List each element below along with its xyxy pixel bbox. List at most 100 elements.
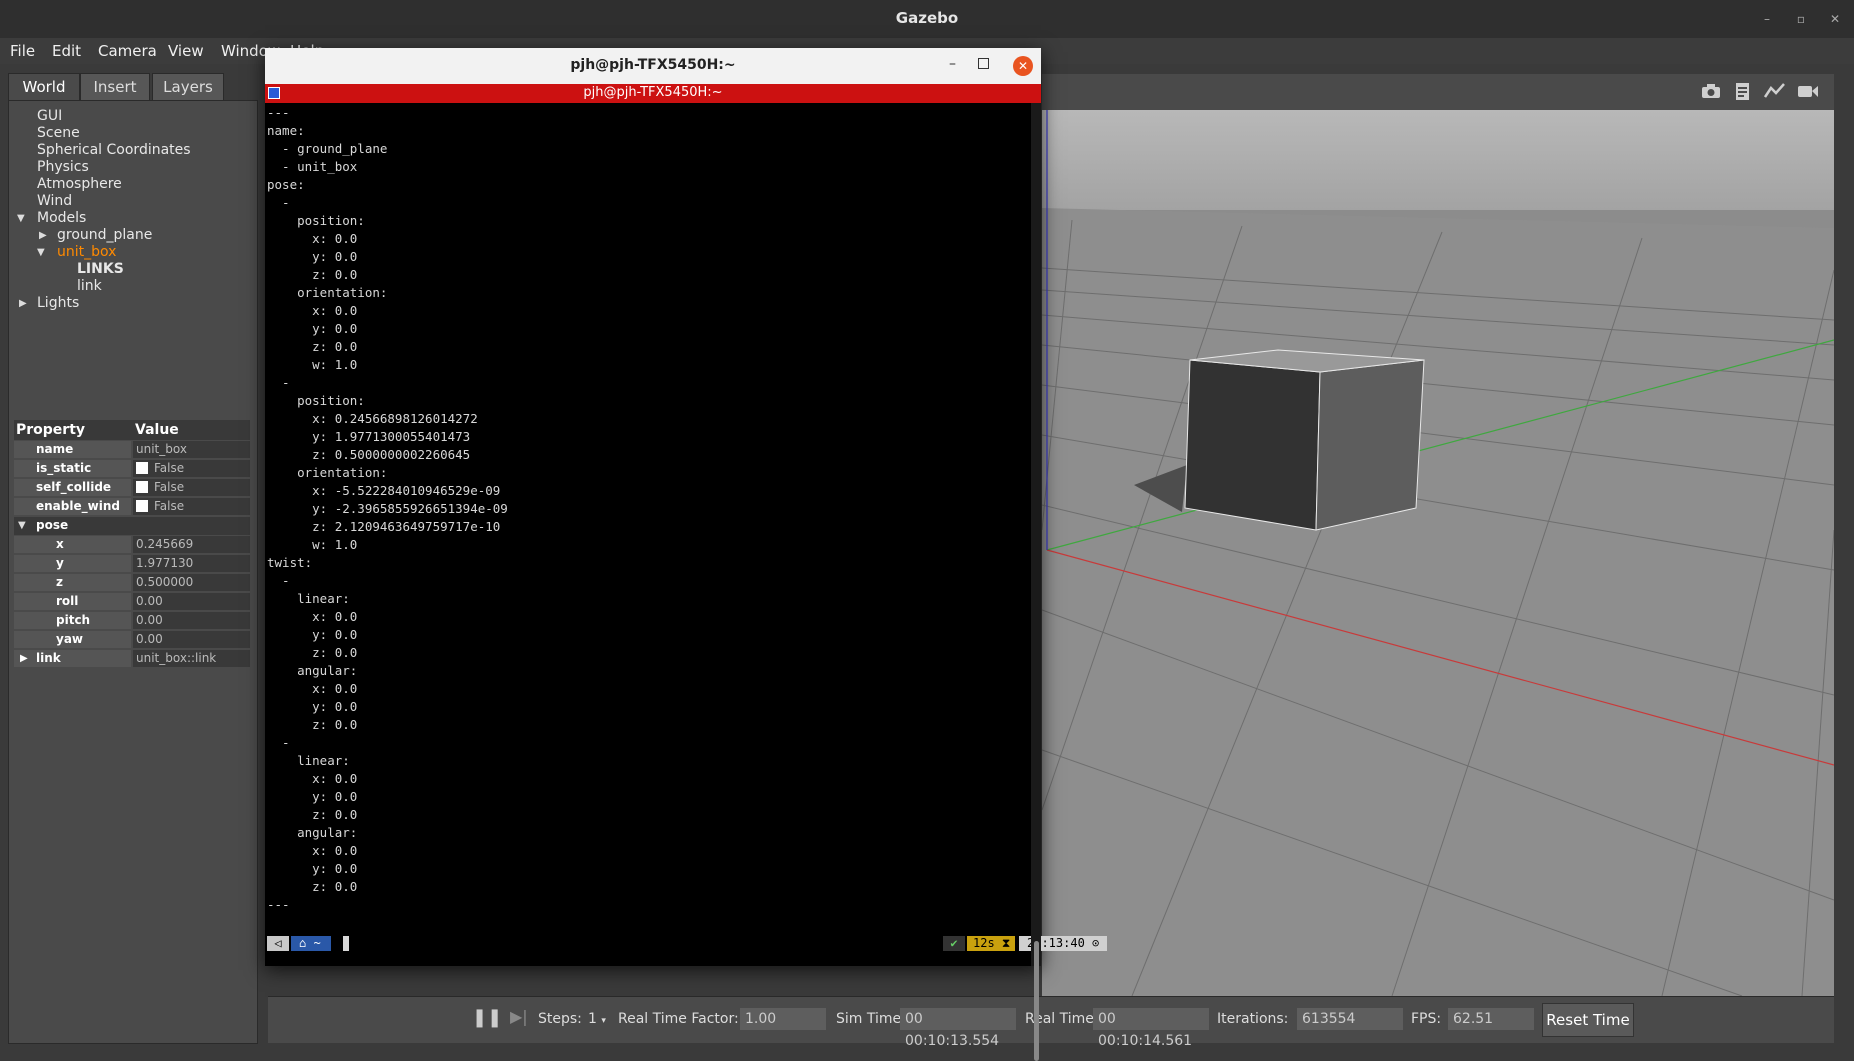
prop-row-y[interactable]: y 1.977130 <box>14 555 250 573</box>
tree-models[interactable]: Models <box>37 210 86 226</box>
expand-right-icon[interactable]: ▶ <box>20 653 28 664</box>
prop-label: roll <box>14 593 131 610</box>
prop-row-z[interactable]: z 0.500000 <box>14 574 250 592</box>
maximize-icon[interactable] <box>978 58 989 69</box>
tree-gui[interactable]: GUI <box>37 108 62 124</box>
expand-right-icon[interactable]: ▶ <box>39 230 47 241</box>
terminal-tab-title: pjh@pjh-TFX5450H:~ <box>583 85 723 100</box>
scene-render <box>1042 110 1834 996</box>
terminal-line: twist: <box>267 555 313 570</box>
prop-value[interactable]: 0.245669 <box>133 536 250 553</box>
terminal-titlebar[interactable]: pjh@pjh-TFX5450H:~ – ✕ <box>265 48 1041 84</box>
value-column-header: Value <box>135 422 179 438</box>
prop-row-x[interactable]: x 0.245669 <box>14 536 250 554</box>
terminal-line: x: 0.24566898126014272 <box>267 411 478 426</box>
tree-wind[interactable]: Wind <box>37 193 72 209</box>
sim-time-label: Sim Time: <box>836 1011 906 1027</box>
prop-row-pitch[interactable]: pitch 0.00 <box>14 612 250 630</box>
step-icon[interactable]: ▶| <box>510 1007 528 1026</box>
prop-label: self_collide <box>14 479 131 496</box>
prop-label: z <box>14 574 131 591</box>
tree-atmosphere[interactable]: Atmosphere <box>37 176 122 192</box>
iterations-label: Iterations: <box>1217 1011 1289 1027</box>
expand-down-icon[interactable]: ▼ <box>17 213 25 224</box>
prop-value[interactable]: 0.00 <box>133 631 250 648</box>
tree-scene[interactable]: Scene <box>37 125 80 141</box>
terminal-line: - <box>267 375 290 390</box>
terminal-output[interactable]: --- name: - ground_plane - unit_box pose: … <box>265 103 1107 966</box>
menu-file[interactable]: File <box>10 42 35 60</box>
pause-icon[interactable]: ❚❚ <box>472 1007 502 1028</box>
prop-label: y <box>14 555 131 572</box>
prop-row-self-collide[interactable]: self_collide False <box>14 479 250 497</box>
reset-time-button[interactable]: Reset Time <box>1542 1003 1634 1037</box>
terminal-scrollbar[interactable] <box>1031 103 1041 1061</box>
prop-value[interactable]: 0.500000 <box>133 574 250 591</box>
tree-link[interactable]: link <box>77 278 102 294</box>
expand-down-icon[interactable]: ▼ <box>18 520 26 531</box>
tree-spherical-coordinates[interactable]: Spherical Coordinates <box>37 142 191 158</box>
close-icon[interactable]: ✕ <box>1826 10 1844 28</box>
tree-ground-plane[interactable]: ground_plane <box>57 227 152 243</box>
prop-value[interactable]: 0.00 <box>133 612 250 629</box>
menu-edit[interactable]: Edit <box>52 42 81 60</box>
tab-world[interactable]: World <box>8 73 80 102</box>
prop-row-is-static[interactable]: is_static False <box>14 460 250 478</box>
prop-value[interactable]: 0.00 <box>133 593 250 610</box>
prompt-os-icon: ◁ <box>267 936 289 951</box>
fps-field: 62.51 <box>1448 1008 1534 1030</box>
prop-value[interactable]: 1.977130 <box>133 555 250 572</box>
prop-row-link[interactable]: link ▶ unit_box::link <box>14 650 250 668</box>
prop-row-yaw[interactable]: yaw 0.00 <box>14 631 250 649</box>
terminal-line: z: 0.0 <box>267 339 358 354</box>
terminal-scrollbar-thumb[interactable] <box>1034 941 1039 1061</box>
tree-physics[interactable]: Physics <box>37 159 89 175</box>
hourglass-icon: ⧗ <box>1001 936 1011 950</box>
check-icon: ✔ <box>943 936 965 951</box>
terminal-line: pose: <box>267 177 305 192</box>
tab-insert[interactable]: Insert <box>80 73 150 100</box>
terminal-line: orientation: <box>267 465 388 480</box>
video-icon[interactable] <box>1797 82 1819 100</box>
expand-right-icon[interactable]: ▶ <box>19 298 27 309</box>
tab-layers[interactable]: Layers <box>152 73 224 100</box>
minimize-icon[interactable]: – <box>1758 10 1776 28</box>
terminal-line: y: -2.3965855926651394e-09 <box>267 501 508 516</box>
terminal-line: angular: <box>267 663 358 678</box>
terminal-line: z: 0.0 <box>267 807 358 822</box>
terminal-line: --- <box>267 897 290 912</box>
viewport-toolbar <box>1042 74 1834 111</box>
rtf-field: 1.00 <box>740 1008 826 1030</box>
terminal-title: pjh@pjh-TFX5450H:~ <box>570 57 736 73</box>
prop-row-roll[interactable]: roll 0.00 <box>14 593 250 611</box>
tree-unit-box[interactable]: unit_box <box>57 244 116 260</box>
prompt-duration-segment: 12s ⧗ <box>967 936 1015 951</box>
rtf-label: Real Time Factor: <box>618 1011 739 1027</box>
prop-row-name[interactable]: name unit_box <box>14 441 250 459</box>
expand-down-icon[interactable]: ▼ <box>37 247 45 258</box>
prop-row-pose[interactable]: ▼ pose <box>14 517 250 535</box>
prop-value: unit_box::link <box>133 650 250 667</box>
restore-icon[interactable]: ▫ <box>1792 10 1810 28</box>
menu-view[interactable]: View <box>168 42 204 60</box>
enable-wind-checkbox[interactable] <box>136 500 148 512</box>
terminal-line: position: <box>267 213 365 228</box>
prop-row-enable-wind[interactable]: enable_wind False <box>14 498 250 516</box>
is-static-checkbox[interactable] <box>136 462 148 474</box>
menu-camera[interactable]: Camera <box>98 42 157 60</box>
terminal-window[interactable]: pjh@pjh-TFX5450H:~ – ✕ pjh@pjh-TFX5450H:… <box>265 48 1107 1061</box>
plot-icon[interactable] <box>1763 82 1786 100</box>
steps-spinner[interactable]: 1 ▾ <box>588 1011 606 1027</box>
minimize-icon[interactable]: – <box>949 56 956 72</box>
close-icon[interactable]: ✕ <box>1013 56 1033 76</box>
terminal-line: linear: <box>267 591 350 606</box>
scene-viewport[interactable] <box>1042 110 1834 996</box>
log-icon[interactable] <box>1732 82 1754 100</box>
terminal-line: z: 0.0 <box>267 879 358 894</box>
iterations-field: 613554 <box>1297 1008 1403 1030</box>
self-collide-checkbox[interactable] <box>136 481 148 493</box>
prop-value-cell: False <box>133 498 250 515</box>
tree-lights[interactable]: Lights <box>37 295 79 311</box>
terminal-line: - ground_plane <box>267 141 388 156</box>
camera-icon[interactable] <box>1700 82 1722 100</box>
